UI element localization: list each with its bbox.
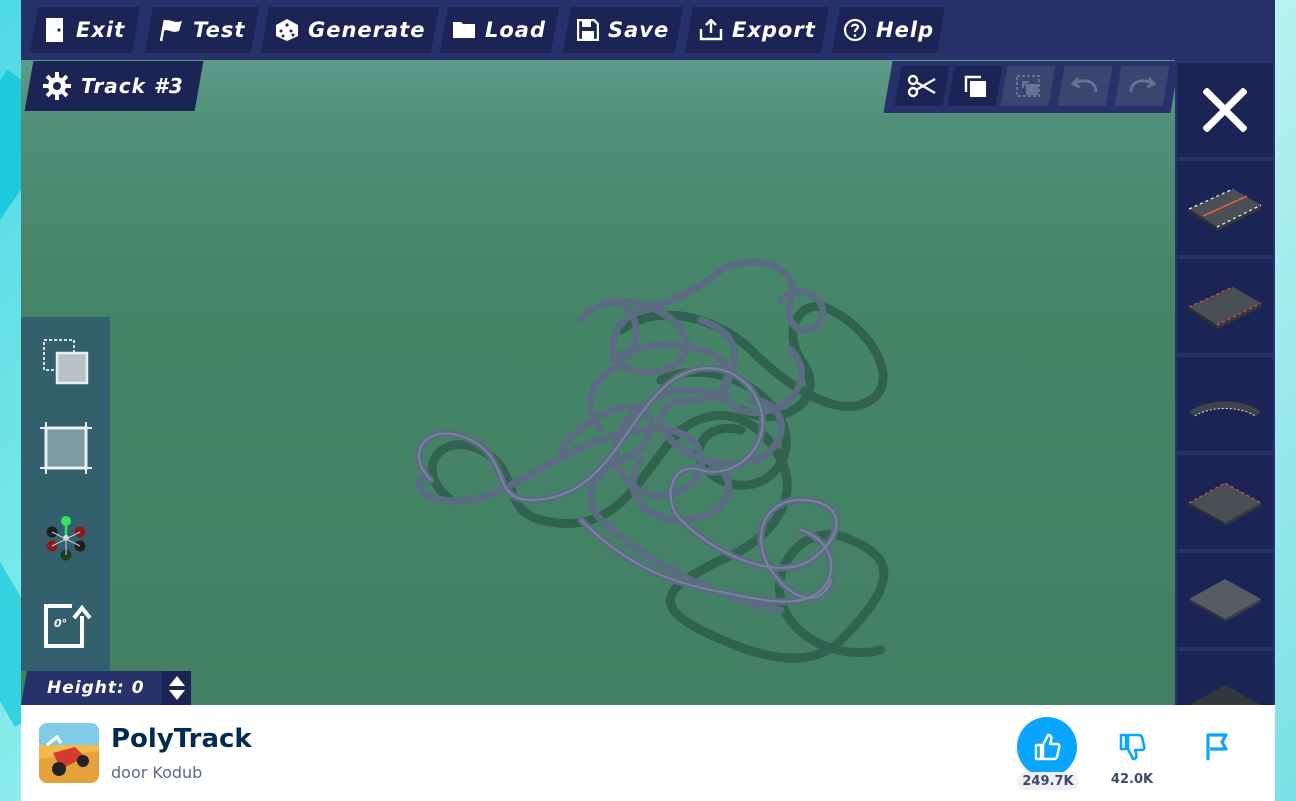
load-button[interactable]: Load xyxy=(439,7,560,53)
arrow-down-icon[interactable] xyxy=(168,689,186,701)
part-checkpoint[interactable] xyxy=(1177,259,1273,353)
parts-panel xyxy=(1175,60,1275,705)
track-settings-button[interactable]: Track #3 xyxy=(24,61,204,111)
scissors-icon xyxy=(907,74,936,98)
dislike-button[interactable] xyxy=(1102,717,1162,777)
like-button[interactable] xyxy=(1017,717,1077,777)
arrow-up-icon[interactable] xyxy=(168,675,186,687)
test-button[interactable]: Test xyxy=(144,7,260,53)
plain-block-icon xyxy=(1189,579,1261,622)
close-panel-button[interactable] xyxy=(1177,63,1273,157)
exit-door-icon xyxy=(45,18,63,42)
select-area-tool[interactable] xyxy=(31,327,101,397)
save-label: Save xyxy=(607,18,670,42)
part-dark-block[interactable] xyxy=(1177,651,1273,705)
report-button[interactable] xyxy=(1187,717,1247,777)
dark-block-icon xyxy=(1189,685,1261,705)
flag-icon xyxy=(160,19,183,42)
game-thumbnail-image xyxy=(39,723,99,783)
like-count: 249.7K xyxy=(1017,772,1079,790)
part-plain-block[interactable] xyxy=(1177,553,1273,647)
redo-button[interactable] xyxy=(1114,66,1170,106)
export-button[interactable]: Export xyxy=(684,7,830,53)
exit-label: Exit xyxy=(75,18,126,42)
height-stepper[interactable] xyxy=(162,671,191,705)
left-tool-panel: 0° xyxy=(21,317,110,671)
checkpoint-block-icon xyxy=(1188,286,1262,329)
select-box-tool[interactable] xyxy=(31,413,101,483)
report-flag-icon xyxy=(1206,733,1228,760)
height-label: Height: 0 xyxy=(47,678,145,698)
game-title[interactable]: PolyTrack xyxy=(111,724,252,754)
game-frame: Exit Test Generate Load Save Export Help… xyxy=(21,0,1275,801)
folder-icon xyxy=(453,22,476,38)
rotate-value: 0° xyxy=(54,617,68,630)
curve-block-icon xyxy=(1189,401,1261,417)
cut-button[interactable] xyxy=(894,66,950,106)
select-box-icon xyxy=(40,422,92,474)
help-button[interactable]: Help xyxy=(831,7,946,53)
move-tool[interactable] xyxy=(31,503,101,573)
part-curve[interactable] xyxy=(1177,357,1273,451)
export-label: Export xyxy=(731,18,816,42)
thumbs-down-icon xyxy=(1119,733,1146,761)
game-info-bar: PolyTrack door Kodub 249.7K 42.0K xyxy=(21,705,1275,801)
undo-icon xyxy=(1070,77,1098,93)
game-author[interactable]: door Kodub xyxy=(111,763,202,782)
finish-block-icon xyxy=(1188,482,1262,526)
save-button[interactable]: Save xyxy=(562,7,684,53)
part-start-straight[interactable] xyxy=(1177,161,1273,255)
dislike-count: 42.0K xyxy=(1110,772,1154,787)
start-block-icon xyxy=(1188,188,1262,231)
game-thumbnail[interactable] xyxy=(39,723,99,783)
rotate-tool[interactable]: 0° xyxy=(31,591,101,661)
copy-icon xyxy=(964,75,986,97)
help-label: Help xyxy=(875,18,935,42)
export-icon xyxy=(699,19,722,41)
select-area-icon xyxy=(43,339,89,385)
load-label: Load xyxy=(485,18,547,42)
move-gizmo-icon xyxy=(46,516,86,561)
track-name: Track #3 xyxy=(81,74,184,98)
copy-button[interactable] xyxy=(947,66,1003,106)
redo-icon xyxy=(1129,77,1157,93)
generate-button[interactable]: Generate xyxy=(260,7,440,53)
gear-icon xyxy=(43,72,71,100)
floppy-icon xyxy=(576,19,599,41)
undo-button[interactable] xyxy=(1057,66,1113,106)
part-finish[interactable] xyxy=(1177,455,1273,549)
help-circle-icon xyxy=(843,18,867,42)
dice-icon xyxy=(275,19,298,41)
exit-button[interactable]: Exit xyxy=(29,7,141,53)
close-icon xyxy=(1203,88,1247,132)
generate-label: Generate xyxy=(307,18,426,42)
thumbs-up-icon xyxy=(1034,733,1061,761)
paste-icon xyxy=(1016,75,1040,97)
test-label: Test xyxy=(193,18,246,42)
paste-button[interactable] xyxy=(1000,66,1056,106)
